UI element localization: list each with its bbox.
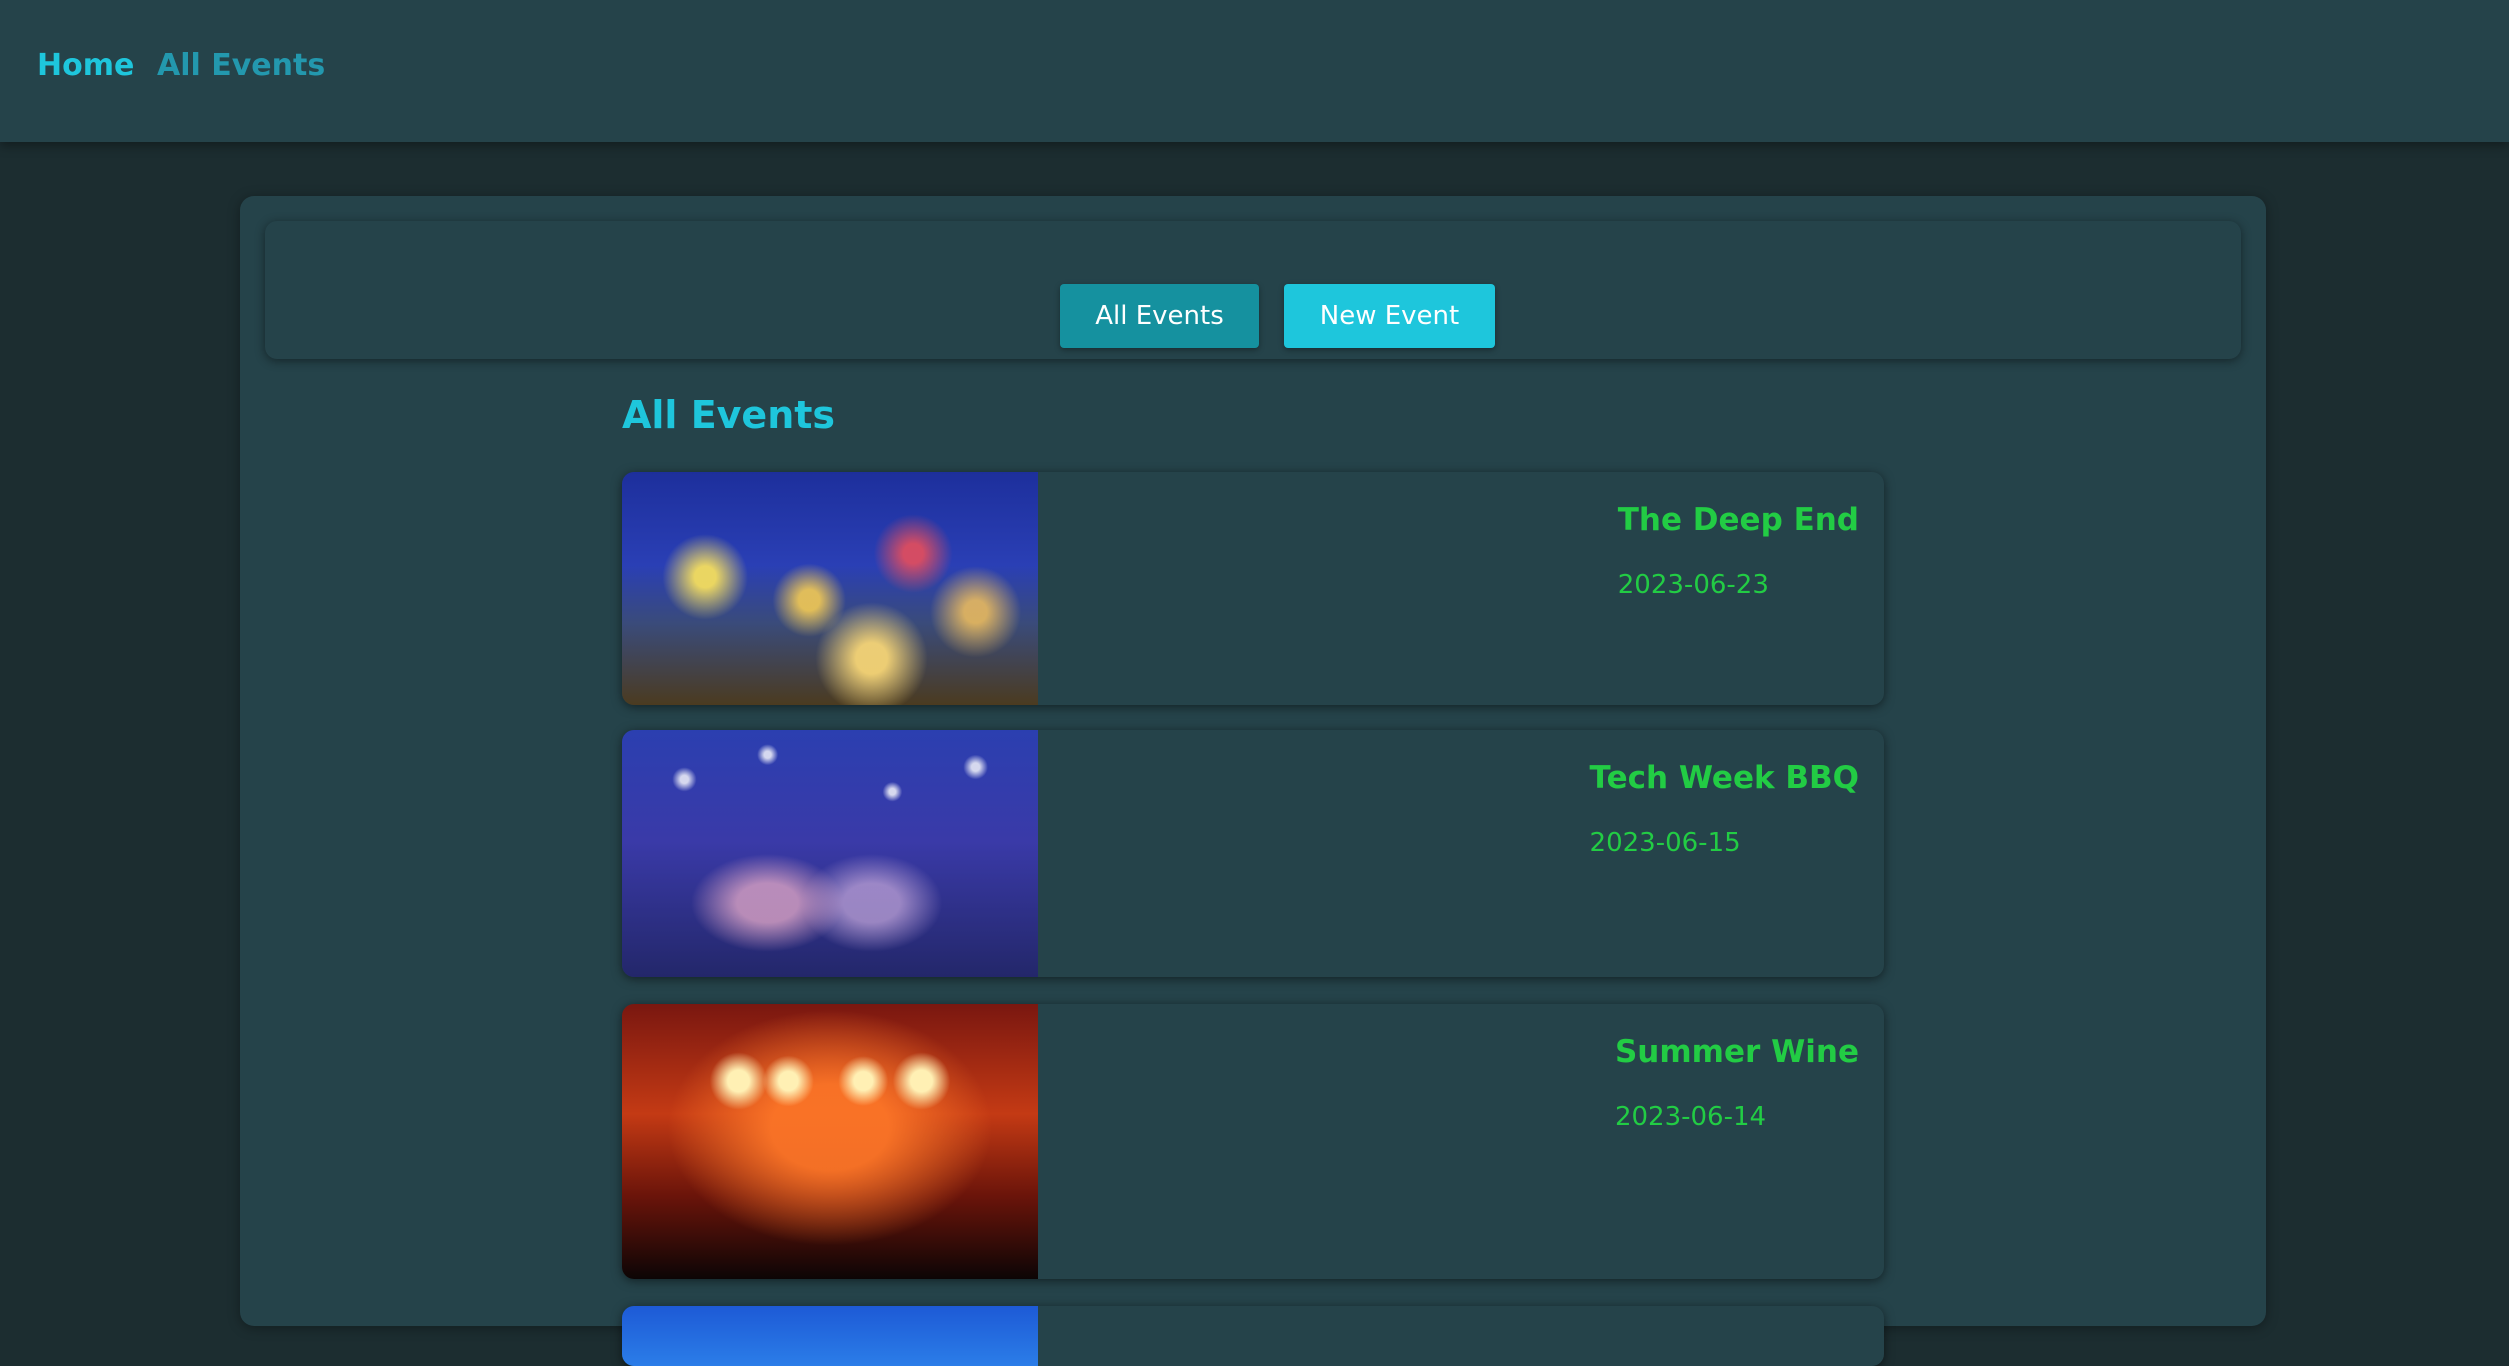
top-navbar: Home All Events [0, 0, 2509, 142]
event-card[interactable]: The Deep End 2023-06-23 [622, 472, 1884, 705]
event-title[interactable]: The Deep End [1618, 502, 1859, 538]
event-image[interactable] [622, 1004, 1038, 1279]
all-events-button[interactable]: All Events [1060, 284, 1259, 348]
event-info: The Deep End 2023-06-23 [1618, 502, 1859, 600]
event-image[interactable] [622, 730, 1038, 977]
event-date: 2023-06-14 [1614, 1102, 1767, 1132]
event-info: Summer Wine 2023-06-14 [1615, 1034, 1859, 1132]
nav-all-events-link[interactable]: All Events [157, 48, 325, 83]
event-card[interactable]: Summer Wine 2023-06-14 [622, 1004, 1884, 1279]
event-image[interactable] [622, 472, 1038, 705]
new-event-button[interactable]: New Event [1284, 284, 1495, 348]
event-toolbar: All Events New Event [265, 221, 2241, 359]
event-title[interactable]: Summer Wine [1615, 1034, 1859, 1070]
event-card[interactable] [622, 1306, 1884, 1366]
event-image[interactable] [622, 1306, 1038, 1366]
event-card[interactable]: Tech Week BBQ 2023-06-15 [622, 730, 1884, 977]
section-title: All Events [622, 393, 836, 437]
event-title[interactable]: Tech Week BBQ [1590, 760, 1859, 796]
event-date: 2023-06-15 [1589, 828, 1741, 858]
event-date: 2023-06-23 [1617, 570, 1769, 600]
main-panel: All Events New Event All Events The Deep… [240, 196, 2266, 1366]
nav-home-link[interactable]: Home [37, 48, 134, 83]
event-info: Tech Week BBQ 2023-06-15 [1590, 760, 1859, 858]
